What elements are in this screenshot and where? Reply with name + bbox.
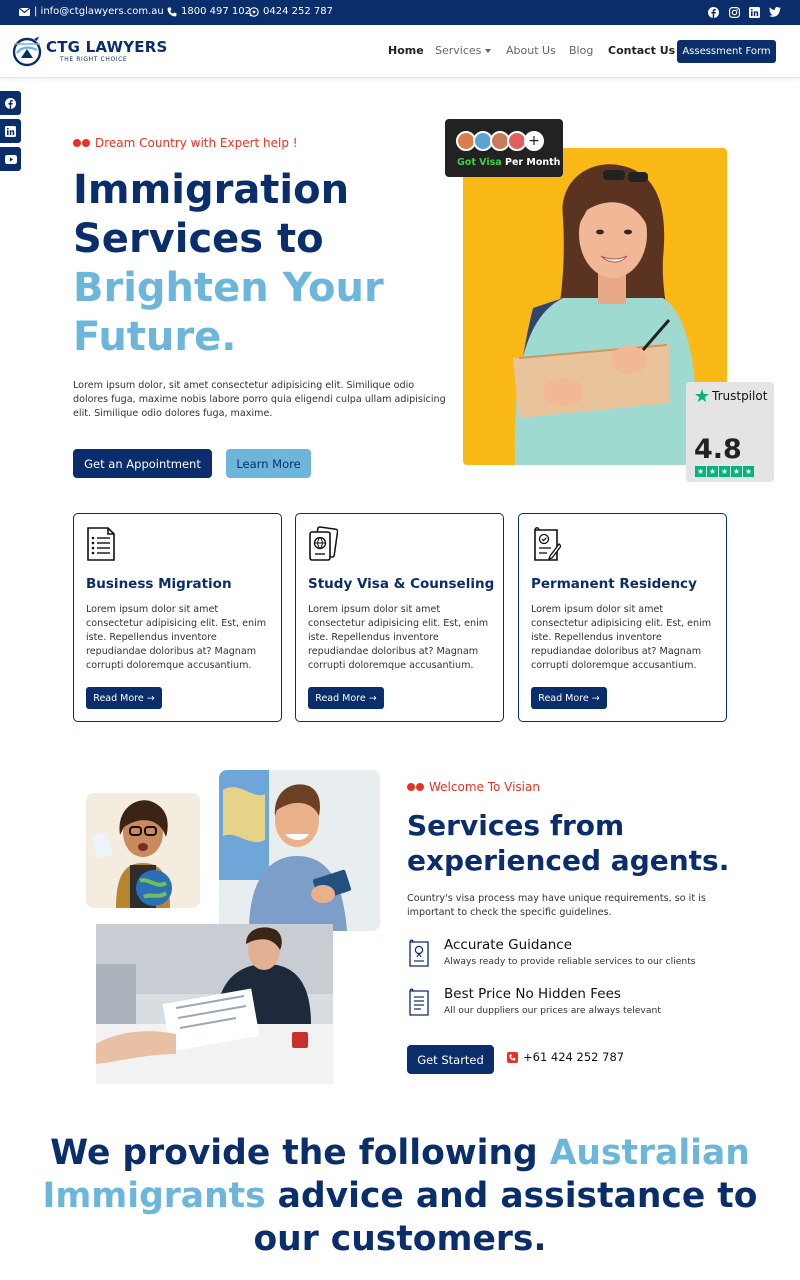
visa-per-month-text: Got Visa Per Month xyxy=(457,157,560,168)
trustpilot-stars: ★ ★ ★ ★ ★ xyxy=(695,466,754,477)
phone-icon xyxy=(507,1051,518,1063)
nav-blog[interactable]: Blog xyxy=(569,44,593,57)
trustpilot-badge: Trustpilot 4.8 ★ ★ ★ ★ ★ xyxy=(686,382,774,482)
main-navbar: CTG LAWYERS THE RIGHT CHOICE Home Servic… xyxy=(0,25,800,78)
dots-icon xyxy=(407,783,424,791)
whatsapp-text: 0424 252 787 xyxy=(263,6,333,17)
visa-rest: Per Month xyxy=(501,157,561,168)
read-more-button[interactable]: Read More → xyxy=(308,687,384,709)
star-icon: ★ xyxy=(719,466,730,477)
youtube-icon xyxy=(4,154,17,164)
office-consultation-photo xyxy=(96,924,333,1084)
nav-services-label: Services xyxy=(435,44,482,57)
visa-highlight: Got Visa xyxy=(457,157,502,168)
card-title: Permanent Residency xyxy=(531,576,697,592)
contact-phone[interactable]: +61 424 252 787 xyxy=(507,1050,624,1064)
instagram-icon[interactable] xyxy=(727,5,741,19)
card-title: Business Migration xyxy=(86,576,232,592)
card-text: Lorem ipsum dolor sit amet consectetur a… xyxy=(308,604,489,671)
about-title-line2: experienced agents. xyxy=(407,844,730,877)
nav-contact[interactable]: Contact Us xyxy=(608,44,675,57)
site-logo[interactable]: CTG LAWYERS THE RIGHT CHOICE xyxy=(12,35,167,69)
service-card-study-visa: Study Visa & Counseling Lorem ipsum dolo… xyxy=(295,513,504,722)
guidance-icon xyxy=(409,939,429,967)
services-section-heading: We provide the following Australian Immi… xyxy=(40,1132,760,1261)
nav-about[interactable]: About Us xyxy=(506,44,556,57)
phone-icon xyxy=(167,7,177,16)
document-icon xyxy=(87,527,115,561)
about-title-line1: Services from xyxy=(407,809,625,842)
phone-link[interactable]: 1800 497 102 xyxy=(167,6,251,17)
star-icon: ★ xyxy=(743,466,754,477)
about-title: Services from experienced agents. xyxy=(407,808,747,878)
passport-icon xyxy=(309,526,338,561)
about-eyebrow-text: Welcome To Visian xyxy=(429,780,540,794)
mail-icon xyxy=(19,7,30,16)
trustpilot-score: 4.8 xyxy=(694,434,742,465)
heading-part2: advice and assistance to our customers. xyxy=(253,1176,758,1259)
linkedin-icon[interactable] xyxy=(747,5,761,19)
card-title: Study Visa & Counseling xyxy=(308,576,495,592)
hero-eyebrow: Dream Country with Expert help ! xyxy=(73,136,298,150)
trustpilot-brand: Trustpilot xyxy=(712,389,768,403)
whatsapp-link[interactable]: 0424 252 787 xyxy=(249,6,333,17)
email-text: | info@ctglawyers.com.au xyxy=(34,6,164,17)
logo-name: CTG LAWYERS xyxy=(46,38,168,56)
feature-title: Best Price No Hidden Fees xyxy=(444,986,621,1002)
get-started-button[interactable]: Get Started xyxy=(407,1045,494,1074)
assessment-form-button[interactable]: Assessment Form xyxy=(677,40,776,63)
hero-title-line2: Services to xyxy=(73,216,324,262)
nav-services[interactable]: Services xyxy=(435,44,492,57)
hero-title-line1: Immigration xyxy=(73,167,350,213)
certificate-icon xyxy=(534,527,561,561)
feature-title: Accurate Guidance xyxy=(444,937,573,953)
star-icon xyxy=(695,389,709,403)
agent-photo xyxy=(219,770,380,931)
about-eyebrow: Welcome To Visian xyxy=(407,780,540,794)
facebook-icon xyxy=(5,97,16,109)
facebook-icon[interactable] xyxy=(706,5,720,19)
plus-icon: + xyxy=(524,131,544,151)
top-bar: | info@ctglawyers.com.au 1800 497 102 04… xyxy=(0,0,800,25)
side-facebook-button[interactable] xyxy=(0,91,21,115)
twitter-icon[interactable] xyxy=(768,5,782,19)
whatsapp-icon xyxy=(249,6,259,17)
hero-eyebrow-text: Dream Country with Expert help ! xyxy=(95,136,298,150)
about-description: Country's visa process may have unique r… xyxy=(407,893,706,918)
feature-subtitle: Always ready to provide reliable service… xyxy=(444,956,696,967)
dots-icon xyxy=(73,139,90,147)
nav-home[interactable]: Home xyxy=(388,44,424,57)
visa-stats-badge: + Got Visa Per Month xyxy=(445,119,563,177)
phone-text: 1800 497 102 xyxy=(181,6,251,17)
contact-phone-text: +61 424 252 787 xyxy=(523,1050,625,1064)
learn-more-button[interactable]: Learn More xyxy=(226,449,311,478)
star-icon: ★ xyxy=(695,466,706,477)
card-text: Lorem ipsum dolor sit amet consectetur a… xyxy=(531,604,712,671)
hero-title: Immigration Services to Brighten Your Fu… xyxy=(73,166,453,362)
feature-subtitle: All our duppliers our prices are always … xyxy=(444,1005,661,1016)
hero-title-line3: Brighten Your xyxy=(73,265,384,311)
linkedin-icon xyxy=(5,125,16,137)
trustpilot-logo: Trustpilot xyxy=(695,389,767,403)
price-list-icon xyxy=(409,988,429,1016)
service-card-business-migration: Business Migration Lorem ipsum dolor sit… xyxy=(73,513,282,722)
read-more-button[interactable]: Read More → xyxy=(86,687,162,709)
hero-description: Lorem ipsum dolor, sit amet consectetur … xyxy=(73,380,446,419)
logo-tagline: THE RIGHT CHOICE xyxy=(60,56,128,63)
service-card-permanent-residency: Permanent Residency Lorem ipsum dolor si… xyxy=(518,513,727,722)
star-icon: ★ xyxy=(731,466,742,477)
get-appointment-button[interactable]: Get an Appointment xyxy=(73,449,212,478)
chevron-down-icon xyxy=(485,48,492,53)
star-icon: ★ xyxy=(707,466,718,477)
heading-part1: We provide the following xyxy=(50,1133,550,1173)
read-more-button[interactable]: Read More → xyxy=(531,687,607,709)
side-linkedin-button[interactable] xyxy=(0,119,21,143)
traveler-photo xyxy=(86,793,200,908)
hero-title-line4: Future. xyxy=(73,314,237,360)
email-link[interactable]: | info@ctglawyers.com.au xyxy=(19,6,164,17)
logo-globe-icon xyxy=(12,36,42,67)
card-text: Lorem ipsum dolor sit amet consectetur a… xyxy=(86,604,267,671)
side-youtube-button[interactable] xyxy=(0,147,21,171)
